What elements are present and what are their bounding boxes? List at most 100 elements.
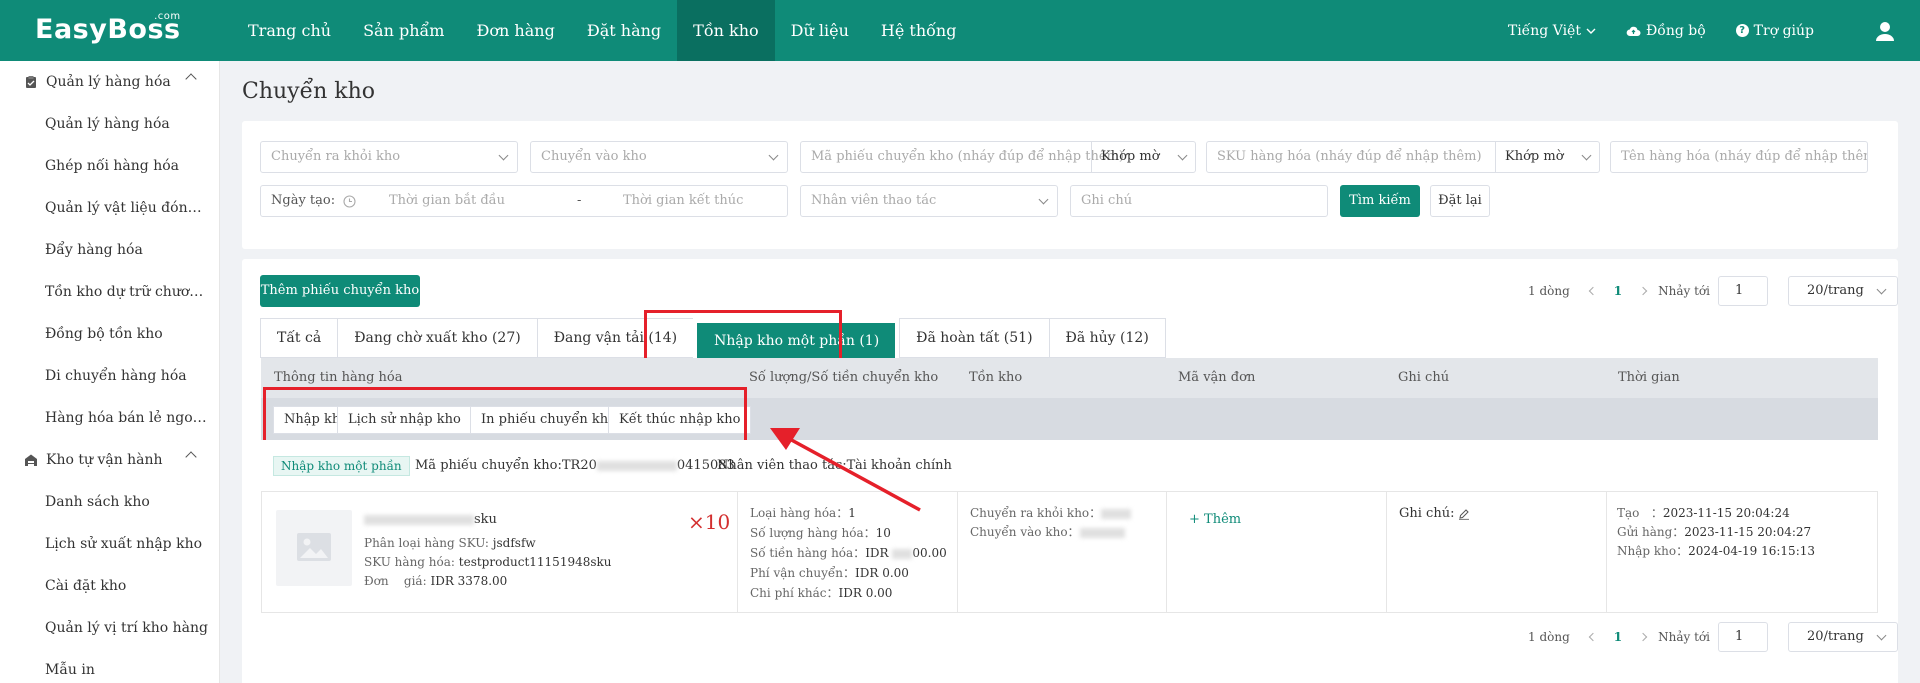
pagination-top: 1 dòng 1 Nhảy tới 1 20/trang [1528, 276, 1898, 306]
created-date-range[interactable]: Ngày tạo: Thời gian bắt đầu - Thời gian … [260, 185, 788, 217]
to-warehouse-select[interactable]: Chuyển vào kho [530, 141, 788, 173]
nav-home[interactable]: Trang chủ [232, 0, 347, 61]
status-badge: Nhập kho một phần [273, 456, 410, 476]
from-warehouse-select[interactable]: Chuyển ra khỏi kho [260, 141, 518, 173]
shipping-value: IDR 0.00 [855, 566, 909, 580]
sidebar-item-offline-retail[interactable]: Hàng hóa bán lẻ ngoại tuyến [0, 397, 210, 439]
sidebar-item-product-mapping[interactable]: Ghép nối hàng hóa [0, 145, 210, 187]
nav-system[interactable]: Hệ thống [865, 0, 973, 61]
transfer-quantity: ×10 [688, 510, 731, 534]
page-size-select[interactable]: 20/trang [1788, 276, 1898, 306]
chevron-down-icon [1038, 194, 1049, 205]
sidebar-group-products[interactable]: Quản lý hàng hóa [0, 61, 219, 103]
money-prefix: IDR [865, 546, 893, 560]
redacted-text [596, 460, 677, 471]
user-avatar[interactable] [1874, 20, 1896, 42]
created-date-label: Ngày tạo: [271, 193, 336, 208]
chevron-down-icon [1177, 150, 1188, 161]
nav-inventory[interactable]: Tồn kho [677, 0, 775, 61]
count-label: Số lượng hàng hóa： [750, 526, 876, 540]
sidebar-item-warehouse-list[interactable]: Danh sách kho [0, 481, 210, 523]
match-mode-label: Khớp mờ [1101, 149, 1160, 164]
start-time-placeholder[interactable]: Thời gian bắt đầu [389, 186, 505, 216]
next-page-icon[interactable] [1638, 286, 1648, 296]
sidebar-item-push-products[interactable]: Đẩy hàng hóa [0, 229, 210, 271]
match-mode-select-2[interactable]: Khớp mờ [1495, 142, 1599, 172]
logo-sup: .com [154, 11, 181, 22]
highlight-active-tab [644, 310, 842, 365]
transfer-code-label: Mã phiếu chuyển kho:TR20 [415, 458, 597, 473]
reset-button[interactable]: Đặt lại [1430, 185, 1490, 217]
sidebar-group-label: Kho tự vận hành [46, 452, 163, 468]
tab-completed[interactable]: Đã hoàn tất (51) [899, 318, 1049, 358]
sidebar-group-self-warehouse[interactable]: Kho tự vận hành [0, 439, 219, 481]
sku-input[interactable]: SKU hàng hóa (nháy đúp để nhập thêm) Khớ… [1206, 141, 1600, 173]
sidebar-item-products[interactable]: Quản lý hàng hóa [0, 103, 210, 145]
next-page-icon[interactable] [1638, 632, 1648, 642]
price-value: IDR 3378.00 [430, 574, 508, 588]
annotation-arrow-icon [770, 428, 921, 512]
prev-page-icon[interactable] [1588, 632, 1598, 642]
row-count: 1 dòng [1528, 630, 1570, 644]
prev-page-icon[interactable] [1588, 286, 1598, 296]
end-time-placeholder[interactable]: Thời gian kết thúc [623, 186, 743, 216]
user-icon [1876, 21, 1894, 41]
logo[interactable]: EasyBoss .com [35, 11, 181, 45]
nav-orders[interactable]: Đơn hàng [460, 0, 570, 61]
operator-select[interactable]: Nhân viên thao tác [800, 185, 1058, 217]
nav-data[interactable]: Dữ liệu [775, 0, 865, 61]
page-size-label: 20/trang [1807, 283, 1864, 298]
sync-label: Đồng bộ [1645, 22, 1706, 39]
match-mode-select-1[interactable]: Khớp mờ [1091, 142, 1195, 172]
sidebar-item-packaging[interactable]: Quản lý vật liệu đóng gói [0, 187, 210, 229]
page-size-select[interactable]: 20/trang [1788, 622, 1898, 652]
chevron-down-icon [1876, 630, 1887, 641]
tab-cancelled[interactable]: Đã hủy (12) [1048, 318, 1166, 358]
redacted-text [364, 514, 474, 525]
from-warehouse-placeholder: Chuyển ra khỏi kho [271, 149, 401, 164]
sidebar-item-locations[interactable]: Quản lý vị trí kho hàng [0, 607, 210, 649]
goto-label: Nhảy tới [1658, 630, 1710, 644]
goto-page-input[interactable]: 1 [1718, 276, 1768, 306]
nav-products[interactable]: Sản phẩm [347, 0, 460, 61]
chevron-down-icon [768, 150, 779, 161]
goto-page-input[interactable]: 1 [1718, 622, 1768, 652]
sent-time-label: Gửi hàng： [1617, 525, 1685, 539]
transfer-code: Mã phiếu chuyển kho:TR20 0415083 [415, 458, 735, 473]
edit-pencil-icon[interactable] [1458, 508, 1470, 520]
current-page[interactable]: 1 [1614, 284, 1622, 298]
product-thumbnail[interactable] [276, 510, 352, 586]
language-selector[interactable]: Tiếng Việt [1508, 23, 1596, 39]
redacted-text [1101, 508, 1132, 519]
price-line: Đơn giá: IDR 3378.00 [364, 574, 507, 588]
sidebar-item-stock-sync[interactable]: Đồng bộ tồn kho [0, 313, 210, 355]
product-name-input[interactable]: Tên hàng hóa (nháy đúp để nhập thêm) [1610, 141, 1868, 173]
add-transfer-button[interactable]: Thêm phiếu chuyển kho [260, 275, 420, 307]
chevron-down-icon [1581, 150, 1592, 161]
col-product-info: Thông tin hàng hóa [274, 370, 403, 385]
created-time-value: 2023-11-15 20:04:24 [1662, 506, 1790, 520]
chevron-down-icon [1586, 28, 1596, 34]
note-input[interactable]: Ghi chú [1070, 185, 1328, 217]
search-button[interactable]: Tìm kiếm [1340, 185, 1420, 217]
tab-pending-export[interactable]: Đang chờ xuất kho (27) [337, 318, 537, 358]
sidebar: Quản lý hàng hóa Quản lý hàng hóa Ghép n… [0, 61, 220, 683]
sidebar-item-print-templates[interactable]: Mẫu in [0, 649, 210, 683]
help-button[interactable]: ? Trợ giúp [1735, 23, 1814, 39]
nav-purchase[interactable]: Đặt hàng [571, 0, 677, 61]
sidebar-item-warehouse-settings[interactable]: Cài đặt kho [0, 565, 210, 607]
current-page[interactable]: 1 [1614, 630, 1622, 644]
note-cell: Ghi chú: [1387, 492, 1607, 612]
top-navbar: EasyBoss .com Trang chủ Sản phẩm Đơn hàng… [0, 0, 1920, 61]
created-time-label: Tạo ： [1617, 506, 1663, 520]
sidebar-item-io-history[interactable]: Lịch sử xuất nhập kho [0, 523, 210, 565]
shipping-label: Phí vận chuyển： [750, 566, 856, 580]
add-waybill-link[interactable]: + Thêm [1189, 512, 1241, 527]
main-nav: Trang chủ Sản phẩm Đơn hàng Đặt hàng Tồn… [232, 0, 972, 61]
sidebar-item-move-products[interactable]: Di chuyển hàng hóa [0, 355, 210, 397]
transfer-code-input[interactable]: Mã phiếu chuyển kho (nháy đúp để nhập th… [800, 141, 1196, 173]
product-name[interactable]: sku [364, 512, 497, 527]
sidebar-item-reserved-stock[interactable]: Tồn kho dự trữ chương trình [0, 271, 210, 313]
sync-button[interactable]: Đồng bộ [1626, 23, 1706, 39]
tab-all[interactable]: Tất cả [260, 318, 338, 358]
